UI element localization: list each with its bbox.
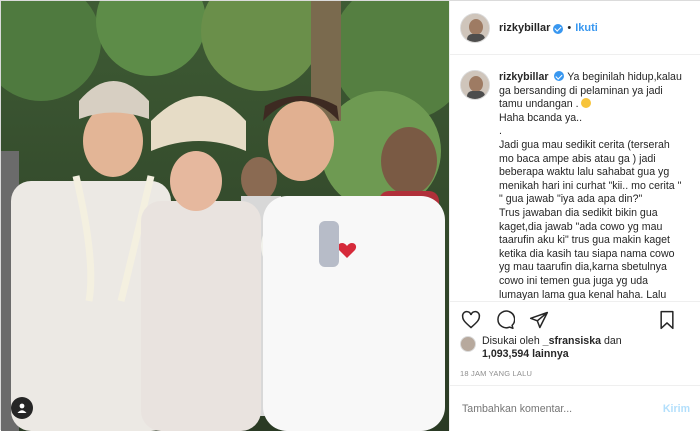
- caption-line: menikah hari ini curhat "kii.. mo cerita…: [499, 179, 682, 192]
- caption-line: Trus jawaban dia sedikit bikin gua: [499, 206, 658, 219]
- post-header: rizkybillar • Ikuti: [450, 1, 700, 55]
- caption-line: .: [499, 125, 502, 138]
- caption-username[interactable]: rizkybillar: [499, 71, 548, 83]
- share-icon[interactable]: [528, 309, 550, 331]
- likes-suffix[interactable]: lainnya: [532, 348, 569, 360]
- caption-line: Jadi gua mau sedikit cerita (terserah: [499, 138, 670, 151]
- caption-line: Ya beginilah hidup,kalau: [567, 71, 682, 83]
- send-button[interactable]: Kirim: [663, 403, 690, 415]
- post-timestamp[interactable]: 18 JAM YANG LALU: [460, 369, 532, 378]
- caption: rizkybillar Ya beginilah hidup,kalau ga …: [460, 70, 692, 300]
- liker-avatar[interactable]: [460, 336, 476, 352]
- instagram-post-embed: rizkybillar • Ikuti rizkybillar Ya begin…: [0, 0, 700, 431]
- avatar[interactable]: [460, 12, 490, 43]
- liked-by-user[interactable]: _sfransiska: [543, 335, 601, 347]
- caption-line: mo baca ampe abis atau ga ) jadi: [499, 152, 656, 165]
- liked-by-prefix: Disukai oleh: [482, 335, 540, 347]
- caption-line: ga bersanding di pelaminan ya jadi: [499, 84, 663, 97]
- caption-line: cowo ini temen gua juga yg uda: [499, 274, 649, 287]
- comment-input[interactable]: [462, 402, 663, 415]
- user-tag-icon[interactable]: [11, 397, 33, 419]
- caption-line: ketika dia kasih tau siapa nama cowo: [499, 247, 675, 260]
- save-icon[interactable]: [656, 309, 678, 331]
- caption-line: " gua jawab "iya ada apa din?": [499, 193, 643, 206]
- caption-line: tamu undangan .: [499, 98, 579, 111]
- comment-icon[interactable]: [494, 309, 516, 331]
- comment-bar: Kirim: [450, 385, 700, 431]
- likes-count[interactable]: 1,093,594: [482, 348, 529, 360]
- caption-line: yg mau taarufin dia,karna sbetulnya: [499, 261, 667, 274]
- likes-text: Disukai oleh _sfransiska dan 1,093,594 l…: [482, 335, 622, 361]
- post-photo[interactable]: [1, 1, 449, 431]
- caption-line: taarufin aku ki" trus gua makin kaget: [499, 234, 670, 247]
- caption-avatar[interactable]: [460, 70, 490, 100]
- verified-icon: [554, 71, 565, 81]
- verified-icon: [553, 23, 564, 34]
- action-bar: [450, 301, 700, 337]
- wedding-photo: [1, 1, 449, 431]
- liked-by-and: dan: [603, 335, 622, 347]
- caption-scroll[interactable]: rizkybillar Ya beginilah hidup,kalau ga …: [450, 56, 700, 300]
- caption-line: lumayan lama gua kenal haha. Lalu: [499, 288, 667, 301]
- likes-summary: Disukai oleh _sfransiska dan 1,093,594 l…: [460, 335, 696, 361]
- laugh-emoji-icon: [581, 98, 592, 109]
- caption-line: beberapa waktu lalu sahabat gua yg: [499, 166, 670, 179]
- username[interactable]: rizkybillar: [499, 22, 550, 34]
- caption-line: Haha bcanda ya..: [499, 111, 583, 124]
- caption-line: kaget,dia jawab "ada cowo yg mau: [499, 220, 663, 233]
- follow-button[interactable]: Ikuti: [575, 22, 598, 34]
- separator-dot: •: [567, 21, 572, 34]
- heart-icon[interactable]: [460, 309, 482, 331]
- caption-text: rizkybillar Ya beginilah hidup,kalau ga …: [499, 70, 692, 300]
- post-side-panel: rizkybillar • Ikuti rizkybillar Ya begin…: [449, 1, 700, 431]
